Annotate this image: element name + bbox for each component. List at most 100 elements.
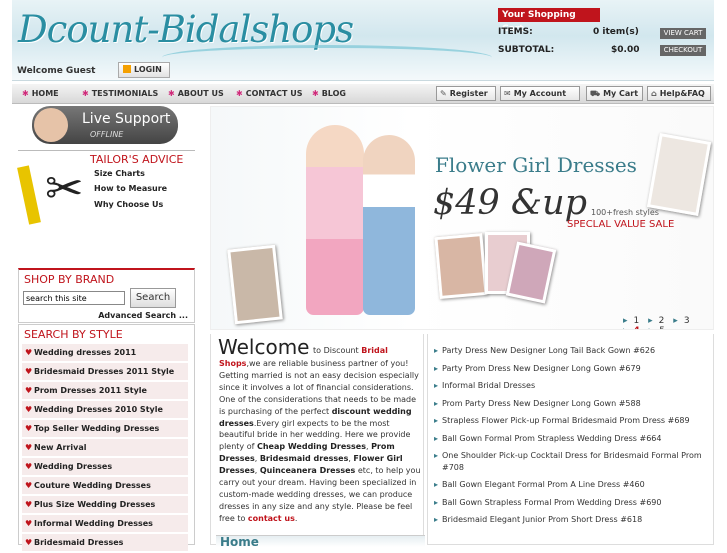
bridal-link[interactable]: Bridal xyxy=(361,346,388,355)
scissors-icon: ✂ xyxy=(45,161,84,215)
product-link[interactable]: Ball Gown Strapless Formal Prom Wedding … xyxy=(434,497,710,509)
products-list-box: Party Dress New Designer Long Tail Back … xyxy=(427,334,714,545)
welcome-box: Welcome to Discount Bridal Shops,we are … xyxy=(210,334,424,545)
banner-pager: ▸1 ▸2 ▸3 ▸4 ▸5 xyxy=(623,316,713,329)
login-icon xyxy=(123,65,131,73)
tailor-advice-title: TAILOR'S ADVICE xyxy=(90,153,184,166)
banner-title: Flower Girl Dresses xyxy=(435,153,637,177)
advanced-search-link[interactable]: Advanced Search ... xyxy=(98,311,188,320)
style-item[interactable]: Bridesmaid Dresses 2011 Style xyxy=(22,363,188,380)
star-icon: ✱ xyxy=(168,89,175,98)
home-section-bar: Home xyxy=(216,535,425,547)
search-by-style-box: SEARCH BY STYLE Wedding dresses 2011 Bri… xyxy=(18,324,195,551)
style-item[interactable]: Wedding Dresses 2010 Style xyxy=(22,401,188,418)
banner-fresh-styles: 100+fresh styles xyxy=(591,208,659,217)
nav-home[interactable]: ✱ HOME xyxy=(22,89,59,98)
thumbnail-photo xyxy=(434,233,488,299)
product-link[interactable]: Bridesmaid Elegant Junior Prom Short Dre… xyxy=(434,514,710,526)
why-choose-us-link[interactable]: Why Choose Us xyxy=(94,200,163,209)
my-cart-button[interactable]: ⛟ My Cart xyxy=(586,86,643,101)
cart-subtotal-label: SUBTOTAL: xyxy=(498,45,555,55)
product-link[interactable]: Strapless Flower Pick-up Formal Bridesma… xyxy=(434,415,710,427)
header: Dcount-Bidalshops Welcome Guest LOGIN Yo… xyxy=(12,0,714,81)
star-icon: ✱ xyxy=(312,89,319,98)
style-item[interactable]: Couture Wedding Dresses xyxy=(22,477,188,494)
view-cart-button[interactable]: VIEW CART xyxy=(660,28,706,39)
support-agent-avatar xyxy=(34,108,68,142)
nav-contact-us[interactable]: ✱ CONTACT US xyxy=(236,89,302,98)
main-nav: ✱ HOME ✱ TESTIMONIALS ✱ ABOUT US ✱ CONTACT U… xyxy=(12,84,714,104)
shop-by-brand-box: SHOP BY BRAND Search Advanced Search ... xyxy=(18,268,195,323)
search-button[interactable]: Search xyxy=(130,288,176,308)
help-faq-button[interactable]: ⌂ Help&FAQ xyxy=(647,86,711,101)
promo-banner[interactable]: Flower Girl Dresses $49 &up 100+fresh st… xyxy=(210,106,714,330)
welcome-intro: to Discount Bridal xyxy=(313,346,388,355)
mail-icon: ✉ xyxy=(504,89,511,98)
product-link[interactable]: Informal Bridal Dresses xyxy=(434,380,710,392)
style-list: Wedding dresses 2011 Bridesmaid Dresses … xyxy=(22,344,188,553)
product-link[interactable]: One Shoulder Pick-up Cocktail Dress for … xyxy=(434,450,710,473)
product-list: Party Dress New Designer Long Tail Back … xyxy=(434,345,710,532)
pager-arrow-icon: ▸ xyxy=(623,326,628,329)
pager-page[interactable]: 3 xyxy=(684,316,690,326)
register-button[interactable]: ✎ Register xyxy=(436,86,496,101)
nav-blog[interactable]: ✱ BLOG xyxy=(312,89,346,98)
girl-pink-dress-photo xyxy=(306,125,364,315)
style-item[interactable]: Plus Size Wedding Dresses xyxy=(22,496,188,513)
product-link[interactable]: Party Prom Dress New Designer Long Gown … xyxy=(434,363,710,375)
search-by-style-title: SEARCH BY STYLE xyxy=(24,328,123,341)
banner-price: $49 &up xyxy=(433,183,588,223)
bridesmaid-dresses-link[interactable]: Bridesmaid dresses xyxy=(260,454,349,463)
help-icon: ⌂ xyxy=(651,89,657,98)
style-item[interactable]: Prom Dresses 2011 Style xyxy=(22,382,188,399)
cheap-wedding-dresses-link[interactable]: Cheap Wedding Dresses xyxy=(257,442,366,451)
live-support-button[interactable]: Live Support OFFLINE xyxy=(32,106,178,144)
cart-subtotal-value: $0.00 xyxy=(611,45,640,55)
shops-link[interactable]: Shops xyxy=(219,359,246,368)
nav-testimonials[interactable]: ✱ TESTIMONIALS xyxy=(82,89,158,98)
pager-page[interactable]: 1 xyxy=(634,316,640,326)
my-account-button[interactable]: ✉ My Account xyxy=(500,86,580,101)
cart-items-label: ITEMS: xyxy=(498,27,533,37)
shop-by-brand-title: SHOP BY BRAND xyxy=(24,273,115,286)
cart-icon: ⛟ xyxy=(590,89,601,98)
login-button[interactable]: LOGIN xyxy=(118,62,170,78)
pager-arrow-icon: ▸ xyxy=(623,316,628,326)
style-item[interactable]: Wedding Dresses xyxy=(22,458,188,475)
product-link[interactable]: Ball Gown Formal Prom Strapless Wedding … xyxy=(434,433,710,445)
live-support-title: Live Support xyxy=(82,111,171,127)
checkout-button[interactable]: CHECKOUT xyxy=(660,45,706,56)
thumbnail-photo xyxy=(646,133,712,216)
nav-about-us[interactable]: ✱ ABOUT US xyxy=(168,89,224,98)
style-item[interactable]: Top Seller Wedding Dresses xyxy=(22,420,188,437)
product-link[interactable]: Ball Gown Elegant Formal Prom A Line Dre… xyxy=(434,479,710,491)
pager-page[interactable]: 5 xyxy=(659,326,665,329)
style-item[interactable]: Wedding dresses 2011 xyxy=(22,344,188,361)
pager-page-current[interactable]: 4 xyxy=(634,326,640,329)
tailor-advice-box: ✂ TAILOR'S ADVICE Size Charts How to Mea… xyxy=(17,150,195,250)
size-charts-link[interactable]: Size Charts xyxy=(94,169,145,178)
pager-arrow-icon: ▸ xyxy=(673,316,678,326)
contact-us-link[interactable]: contact us xyxy=(248,514,295,523)
register-icon: ✎ xyxy=(440,89,447,98)
cart-items-value: 0 item(s) xyxy=(593,27,639,37)
product-link[interactable]: Party Dress New Designer Long Tail Back … xyxy=(434,345,710,357)
site-search-input[interactable] xyxy=(23,291,125,305)
quinceanera-dresses-link[interactable]: Quinceanera Dresses xyxy=(260,466,355,475)
login-label: LOGIN xyxy=(134,65,162,74)
star-icon: ✱ xyxy=(236,89,243,98)
style-item[interactable]: New Arrival xyxy=(22,439,188,456)
star-icon: ✱ xyxy=(82,89,89,98)
banner-sale: SPECLAL VALUE SALE xyxy=(567,219,675,230)
product-link[interactable]: Prom Party Dress New Designer Long Gown … xyxy=(434,398,710,410)
pager-page[interactable]: 2 xyxy=(659,316,665,326)
style-item[interactable]: Informal Wedding Dresses xyxy=(22,515,188,532)
logo-swoosh xyxy=(162,45,492,70)
pager-arrow-icon: ▸ xyxy=(648,316,653,326)
live-support-status: OFFLINE xyxy=(90,130,124,139)
style-item[interactable]: Bridesmaid Dresses xyxy=(22,534,188,551)
how-to-measure-link[interactable]: How to Measure xyxy=(94,184,167,193)
star-icon: ✱ xyxy=(22,89,29,98)
welcome-guest-text: Welcome Guest xyxy=(17,66,96,76)
thumbnail-photo xyxy=(227,244,283,325)
